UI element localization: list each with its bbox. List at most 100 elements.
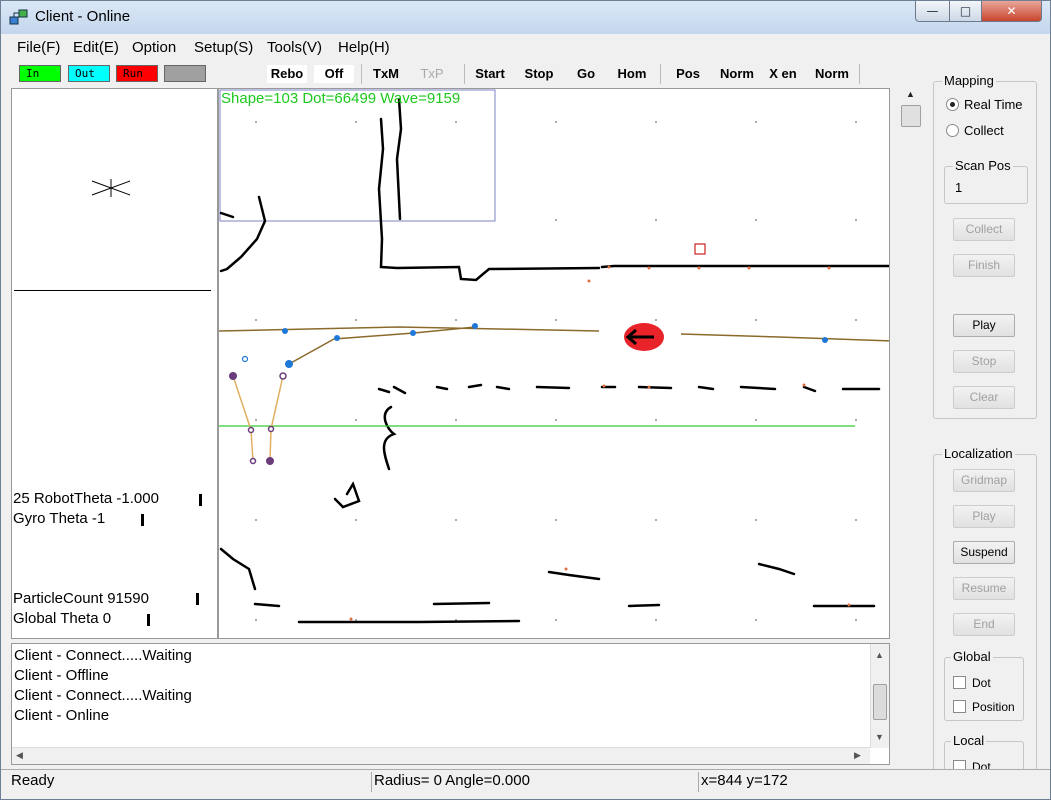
global-dot-label: Dot xyxy=(972,676,991,690)
pos-button[interactable]: Pos xyxy=(668,65,708,83)
status-coordinates: x=844 y=172 xyxy=(698,772,1018,792)
toolbar: In Out Run Rebo Off TxM TxP Start Stop G… xyxy=(9,61,889,87)
gridmap-button[interactable]: Gridmap xyxy=(953,469,1015,492)
scan-pos-value: 1 xyxy=(955,180,963,195)
map-stats-overlay: Shape=103 Dot=66499 Wave=9159 xyxy=(221,90,461,107)
localization-play-button[interactable]: Play xyxy=(953,505,1015,528)
toolbar-separator xyxy=(859,64,860,84)
suspend-button[interactable]: Suspend xyxy=(953,541,1015,564)
localization-group-title: Localization xyxy=(942,446,1015,461)
gyro-theta-readout: Gyro Theta -1 xyxy=(13,510,106,527)
title-bar[interactable]: Client - Online — □ ✕ xyxy=(1,1,1050,34)
start-button[interactable]: Start xyxy=(470,65,510,83)
particle-count-readout: ParticleCount 91590 xyxy=(13,590,149,607)
global-position-checkbox[interactable]: Position xyxy=(951,700,1015,714)
compass-icon xyxy=(91,179,131,197)
menu-setup[interactable]: Setup(S) xyxy=(194,39,253,56)
network-icon xyxy=(9,9,28,25)
map-drawing xyxy=(219,89,889,624)
gauge-tick xyxy=(147,614,150,626)
minimize-button[interactable]: — xyxy=(915,1,950,22)
menu-bar: File(F) Edit(E) Option Setup(S) Tools(V)… xyxy=(2,35,890,59)
log-panel[interactable]: Client - Connect.....Waiting Client - Of… xyxy=(11,643,890,765)
scan-walls xyxy=(219,97,889,624)
scroll-up-icon[interactable]: ▲ xyxy=(906,89,915,99)
panel-divider xyxy=(14,290,211,291)
gauge-tick xyxy=(199,494,202,506)
menu-tools[interactable]: Tools(V) xyxy=(267,39,322,56)
clear-button[interactable]: Clear xyxy=(953,386,1015,409)
end-button[interactable]: End xyxy=(953,613,1015,636)
resume-button[interactable]: Resume xyxy=(953,577,1015,600)
robot-marker xyxy=(624,323,664,351)
log-line: Client - Connect.....Waiting xyxy=(14,687,192,704)
grid-dots xyxy=(255,121,857,621)
close-button[interactable]: ✕ xyxy=(981,1,1042,22)
norm-button[interactable]: Norm xyxy=(715,65,759,83)
real-time-radio[interactable]: Real Time xyxy=(944,97,1023,112)
global-dot-checkbox[interactable]: Dot xyxy=(951,676,991,690)
collect-radio[interactable]: Collect xyxy=(944,123,1004,138)
collect-label: Collect xyxy=(964,123,1004,138)
log-horizontal-scrollbar[interactable]: ◀ ▶ xyxy=(12,747,870,764)
planned-path-3 xyxy=(288,326,476,365)
radio-unselected-icon xyxy=(946,124,959,137)
toolbar-separator xyxy=(660,64,661,84)
planned-path xyxy=(219,326,600,332)
indicator-in: In xyxy=(19,65,61,82)
robot-theta-readout: 25 RobotTheta -1.000 xyxy=(13,490,159,507)
scan-pos-group: Scan Pos 1 xyxy=(944,158,1028,204)
info-panel: 25 RobotTheta -1.000 Gyro Theta -1 Parti… xyxy=(11,88,218,639)
off-button[interactable]: Off xyxy=(314,65,354,83)
mapping-group: Mapping Real Time Collect Scan Pos 1 Col… xyxy=(933,73,1037,419)
reboot-button[interactable]: Rebo xyxy=(267,65,307,83)
scroll-up-icon[interactable]: ▲ xyxy=(875,650,884,660)
collect-button[interactable]: Collect xyxy=(953,218,1015,241)
log-line: Client - Connect.....Waiting xyxy=(14,647,192,664)
log-line: Client - Offline xyxy=(14,667,109,684)
app-window: Client - Online — □ ✕ File(F) Edit(E) Op… xyxy=(0,0,1051,800)
menu-option[interactable]: Option xyxy=(132,39,176,56)
x-en-button[interactable]: X en xyxy=(763,65,803,83)
scroll-down-icon[interactable]: ▼ xyxy=(875,732,884,742)
norm-button-2[interactable]: Norm xyxy=(810,65,854,83)
txp-button[interactable]: TxP xyxy=(412,65,452,83)
maximize-button[interactable]: □ xyxy=(949,1,982,22)
window-title: Client - Online xyxy=(35,8,131,25)
log-scroll-thumb[interactable] xyxy=(873,684,887,720)
panel-scroll-thumb[interactable] xyxy=(901,105,921,127)
home-button[interactable]: Hom xyxy=(612,65,652,83)
go-button[interactable]: Go xyxy=(566,65,606,83)
status-bar: Ready Radius= 0 Angle=0.000 x=844 y=172 xyxy=(1,769,1050,793)
toolbar-separator xyxy=(361,64,362,84)
radio-selected-icon xyxy=(946,98,959,111)
checkbox-icon xyxy=(953,700,966,713)
indicator-run: Run xyxy=(116,65,158,82)
scan-pos-title: Scan Pos xyxy=(953,158,1013,173)
status-state: Ready xyxy=(11,772,55,789)
scroll-right-icon[interactable]: ▶ xyxy=(854,750,861,761)
checkbox-icon xyxy=(953,676,966,689)
menu-edit[interactable]: Edit(E) xyxy=(73,39,119,56)
gauge-tick xyxy=(141,514,144,526)
arm-link xyxy=(232,375,254,462)
mapping-stop-button[interactable]: Stop xyxy=(953,350,1015,373)
global-group-title: Global xyxy=(951,649,993,664)
finish-button[interactable]: Finish xyxy=(953,254,1015,277)
stop-button[interactable]: Stop xyxy=(519,65,559,83)
real-time-label: Real Time xyxy=(964,97,1023,112)
global-group: Global Dot Position xyxy=(944,649,1024,721)
log-vertical-scrollbar[interactable]: ▲ ▼ xyxy=(870,644,889,748)
indicator-blank xyxy=(164,65,206,82)
path-waypoints xyxy=(229,323,828,465)
menu-help[interactable]: Help(H) xyxy=(338,39,390,56)
mapping-play-button[interactable]: Play xyxy=(953,314,1015,337)
txm-button[interactable]: TxM xyxy=(366,65,406,83)
log-line: Client - Online xyxy=(14,707,110,724)
menu-file[interactable]: File(F) xyxy=(17,39,60,56)
panel-scrollbar[interactable]: ▲ xyxy=(899,83,923,769)
indicator-out: Out xyxy=(68,65,110,82)
scroll-left-icon[interactable]: ◀ xyxy=(16,750,23,761)
map-canvas[interactable]: Shape=103 Dot=66499 Wave=9159 xyxy=(218,88,890,639)
global-position-label: Position xyxy=(972,700,1015,714)
